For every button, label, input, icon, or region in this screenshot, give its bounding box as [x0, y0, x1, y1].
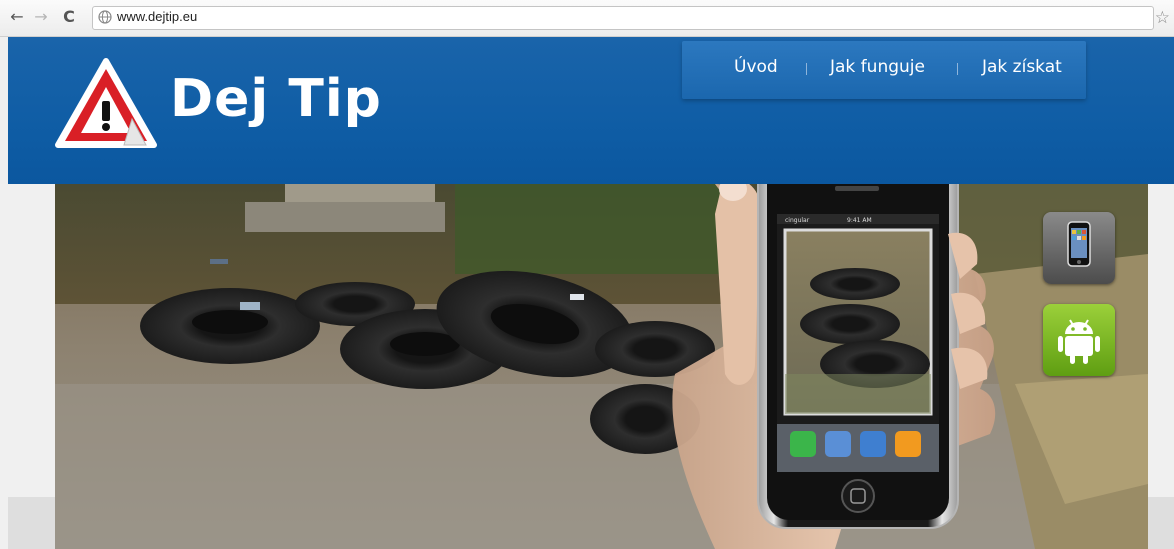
main-navigation: Úvod Jak funguje Jak získat	[682, 41, 1086, 99]
logo-text[interactable]: Dej Tip	[170, 69, 382, 129]
iphone-store-button[interactable]	[1043, 212, 1115, 284]
nav-item-jak-ziskat[interactable]: Jak získat	[982, 57, 1062, 77]
svg-text:cingular: cingular	[785, 217, 810, 224]
forward-arrow-icon[interactable]: →	[32, 8, 50, 26]
hero-banner: cingular 9:41 AM	[55, 184, 1148, 549]
nav-item-jak-funguje[interactable]: Jak funguje	[830, 57, 925, 77]
nav-separator	[806, 63, 807, 75]
page-icon	[98, 10, 112, 24]
star-icon[interactable]: ☆	[1155, 8, 1170, 28]
site-header: Dej Tip Úvod Jak funguje Jak získat	[8, 37, 1174, 184]
iphone-icon	[1067, 221, 1091, 267]
address-bar[interactable]: www.dejtip.eu	[92, 6, 1154, 30]
browser-toolbar: ← → C www.dejtip.eu ☆	[0, 0, 1174, 37]
nav-item-uvod[interactable]: Úvod	[734, 57, 778, 77]
url-text[interactable]: www.dejtip.eu	[117, 9, 197, 24]
hero-photo: cingular 9:41 AM	[55, 184, 1148, 549]
android-icon	[1058, 319, 1100, 364]
warning-triangle-icon[interactable]	[54, 57, 158, 151]
android-store-button[interactable]	[1043, 304, 1115, 376]
svg-text:9:41 AM: 9:41 AM	[847, 217, 872, 224]
reload-icon[interactable]: C	[60, 8, 78, 26]
nav-separator	[957, 63, 958, 75]
back-arrow-icon[interactable]: ←	[8, 8, 26, 26]
